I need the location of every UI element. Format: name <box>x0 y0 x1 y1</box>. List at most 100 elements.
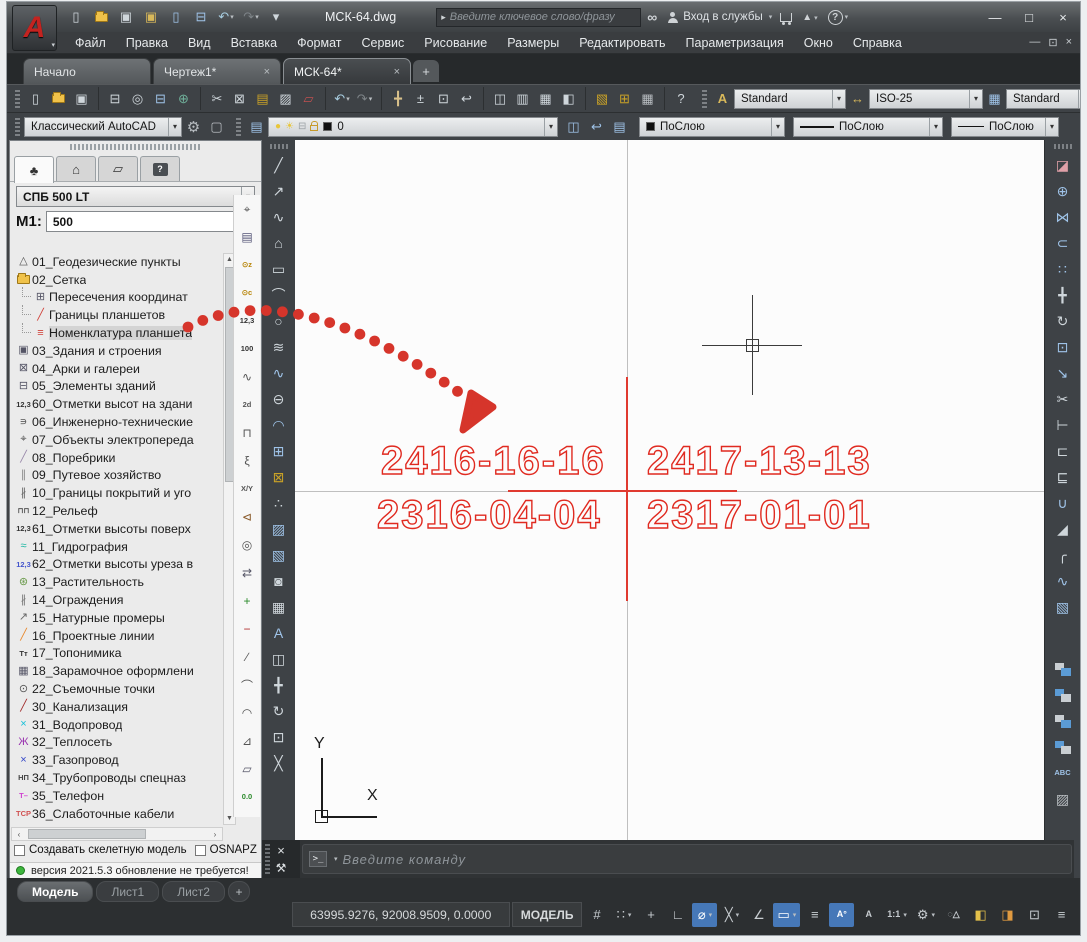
chamfer-icon[interactable]: ◢ <box>1050 516 1076 542</box>
insert-block-icon[interactable]: ⊞ <box>266 438 292 464</box>
layer-tree-item[interactable]: ≡ Номенклатура планшета <box>11 324 223 342</box>
linetype-combobox[interactable]: ПоСлою ▾ <box>793 117 943 137</box>
help-icon[interactable]: ? <box>664 87 692 110</box>
zoom-realtime-icon[interactable]: ± <box>409 87 432 110</box>
table-style-icon[interactable]: ▦ <box>983 87 1006 110</box>
copy-icon[interactable]: ⊕ <box>1050 178 1076 204</box>
save-as-icon[interactable]: ▣ <box>140 7 162 27</box>
close-commandline-icon[interactable]: × <box>277 843 285 858</box>
annotate-icon[interactable]: ▱ <box>297 87 320 110</box>
close-tab-icon[interactable]: × <box>394 66 400 78</box>
undo-icon[interactable]: ↶▾ <box>215 7 237 27</box>
dynamic-input-icon[interactable]: ▭▾ <box>773 903 800 927</box>
toolbar-grip[interactable] <box>236 118 241 136</box>
sheet-set-manager-icon[interactable]: ◧ <box>557 87 580 110</box>
squiggle-icon[interactable]: ∿ <box>235 363 259 391</box>
paste-icon[interactable]: ▤ <box>251 87 274 110</box>
etransmit-icon[interactable]: ⊕ <box>172 87 195 110</box>
layout-tab-1[interactable]: Лист1 <box>96 881 159 902</box>
preset-combobox[interactable]: СПБ 500 LT▾ <box>16 186 255 207</box>
copy-icon[interactable]: ◫ <box>266 646 292 672</box>
region-icon[interactable]: ◙ <box>266 568 292 594</box>
osnapz-checkbox[interactable] <box>195 845 206 856</box>
move-icon[interactable]: ╋ <box>266 672 292 698</box>
layer-tree-item[interactable]: 12,3 62_Отметки высоты уреза в <box>11 556 223 574</box>
qat-customize-icon[interactable]: ▾ <box>265 7 287 27</box>
layer-tree-item[interactable]: Т– 35_Телефон <box>11 787 223 805</box>
zoom-previous-icon[interactable]: ↩ <box>455 87 478 110</box>
menu-item-1[interactable]: Правка <box>116 36 178 50</box>
match-properties-icon[interactable]: ▨ <box>274 87 297 110</box>
coordinates-display[interactable]: 63995.9276, 92008.9509, 0.0000 <box>292 902 510 927</box>
layer-tree-item[interactable]: ╱ 08_Поребрики <box>11 449 223 467</box>
drawing-status-icon[interactable]: ◨ <box>995 903 1020 927</box>
arc-icon[interactable]: ⌒ <box>266 282 292 308</box>
arc-segment-icon[interactable]: ⌒ <box>235 671 259 699</box>
segment-icon[interactable]: ∕ <box>235 643 259 671</box>
break-icon[interactable]: ⊑ <box>1050 464 1076 490</box>
rectangle-icon[interactable]: ▭ <box>266 256 292 282</box>
scale-100-icon[interactable]: 100 <box>235 335 259 363</box>
trim-icon[interactable]: ✂ <box>1050 386 1076 412</box>
layer-tree-item[interactable]: Ж 32_Теплосеть <box>11 734 223 752</box>
bring-to-front-icon[interactable] <box>1050 656 1076 682</box>
line-icon[interactable]: ╱ <box>266 152 292 178</box>
menu-item-8[interactable]: Редактировать <box>569 36 675 50</box>
app-store-cart-icon[interactable] <box>780 13 792 22</box>
curve-icon[interactable]: ◠ <box>235 699 259 727</box>
infer-constraints-icon[interactable]: + <box>638 903 663 927</box>
menu-item-2[interactable]: Вид <box>178 36 221 50</box>
snap-mode-icon[interactable]: ∷▾ <box>611 903 636 927</box>
layer-tree-item[interactable]: Tт 17_Топонимика <box>11 645 223 663</box>
layer-tree-item[interactable]: △ 01_Геодезические пункты <box>11 253 223 271</box>
array-icon[interactable]: ∷ <box>1050 256 1076 282</box>
tab-help[interactable]: ? <box>140 156 180 181</box>
layer-tree-item[interactable]: ↗ 15_Натурные промеры <box>11 609 223 627</box>
flag-icon[interactable]: ⊲ <box>235 503 259 531</box>
new-icon[interactable]: ▯ <box>65 7 87 27</box>
add-node-icon[interactable]: + <box>235 587 259 615</box>
elev-point-icon[interactable]: 12,3 <box>235 307 259 335</box>
gradient-icon[interactable]: ▧ <box>266 542 292 568</box>
gear-icon[interactable]: ⚙ <box>182 115 205 138</box>
lineweight-combobox[interactable]: ПоСлою ▾ <box>951 117 1059 137</box>
make-block-icon[interactable]: ⊠ <box>266 464 292 490</box>
2d-icon[interactable]: 2d <box>235 391 259 419</box>
mirror-icon[interactable]: ⋈ <box>1050 204 1076 230</box>
wedge-icon[interactable]: ⊿ <box>235 727 259 755</box>
bring-above-objects-icon[interactable] <box>1050 708 1076 734</box>
autoscale-icon[interactable]: A <box>856 903 881 927</box>
properties-palette-icon[interactable]: ◫ <box>483 87 511 110</box>
layer-tree-item[interactable]: ∍ 06_Инженерно-технические <box>11 413 223 431</box>
color-combobox[interactable]: ПоСлою ▾ <box>639 117 785 137</box>
dim-style-icon[interactable]: ↔ <box>846 87 869 110</box>
scale-icon[interactable]: ⊡ <box>1050 334 1076 360</box>
layer-tree-item[interactable]: ТСР 36_Слаботочные кабели <box>11 805 223 823</box>
sign-in-button[interactable]: Вход в службы ▾ <box>667 11 772 23</box>
ortho-mode-icon[interactable]: ∟ <box>665 903 690 927</box>
layer-tree-item[interactable]: × 33_Газопровод <box>11 751 223 769</box>
chevron-down-icon[interactable]: ▾ <box>334 855 338 863</box>
layer-tree-item[interactable]: 12,3 61_Отметки высоты поверх <box>11 520 223 538</box>
autodesk-360-icon[interactable]: ▲▾ <box>802 12 817 23</box>
layer-previous-icon[interactable]: ↩ <box>585 115 608 138</box>
layer-tree-item[interactable]: ⌖ 07_Объекты электропереда <box>11 431 223 449</box>
save-icon[interactable]: ▣ <box>115 7 137 27</box>
minimize-button[interactable]: — <box>978 5 1012 29</box>
swap-arrows-icon[interactable]: ⇄ <box>235 559 259 587</box>
quick-calc-icon[interactable]: ▦ <box>636 87 659 110</box>
polar-tracking-icon[interactable]: ⌀▾ <box>692 903 717 927</box>
text-style-icon[interactable]: A <box>711 87 734 110</box>
publish-icon[interactable]: ⊟ <box>149 87 172 110</box>
polyline-icon[interactable]: ∿ <box>266 204 292 230</box>
layer-tree-item[interactable]: ▣ 03_Здания и строения <box>11 342 223 360</box>
lasso-icon[interactable]: ξ <box>235 447 259 475</box>
layer-tree-item[interactable]: ╱ 30_Канализация <box>11 698 223 716</box>
toolbar-grip[interactable] <box>1054 144 1072 149</box>
dim-style-combobox[interactable]: ISO-25▾ <box>869 89 983 109</box>
layer-tree-item[interactable]: ≈ 11_Гидрография <box>11 538 223 556</box>
annotation-visibility-icon[interactable]: A° <box>829 903 854 927</box>
tab-symbols[interactable]: ⌂ <box>56 156 96 181</box>
layer-tree-item[interactable]: ╱ Границы планшетов <box>11 306 223 324</box>
layer-tree-item[interactable]: НП 34_Трубопроводы спецназ <box>11 769 223 787</box>
